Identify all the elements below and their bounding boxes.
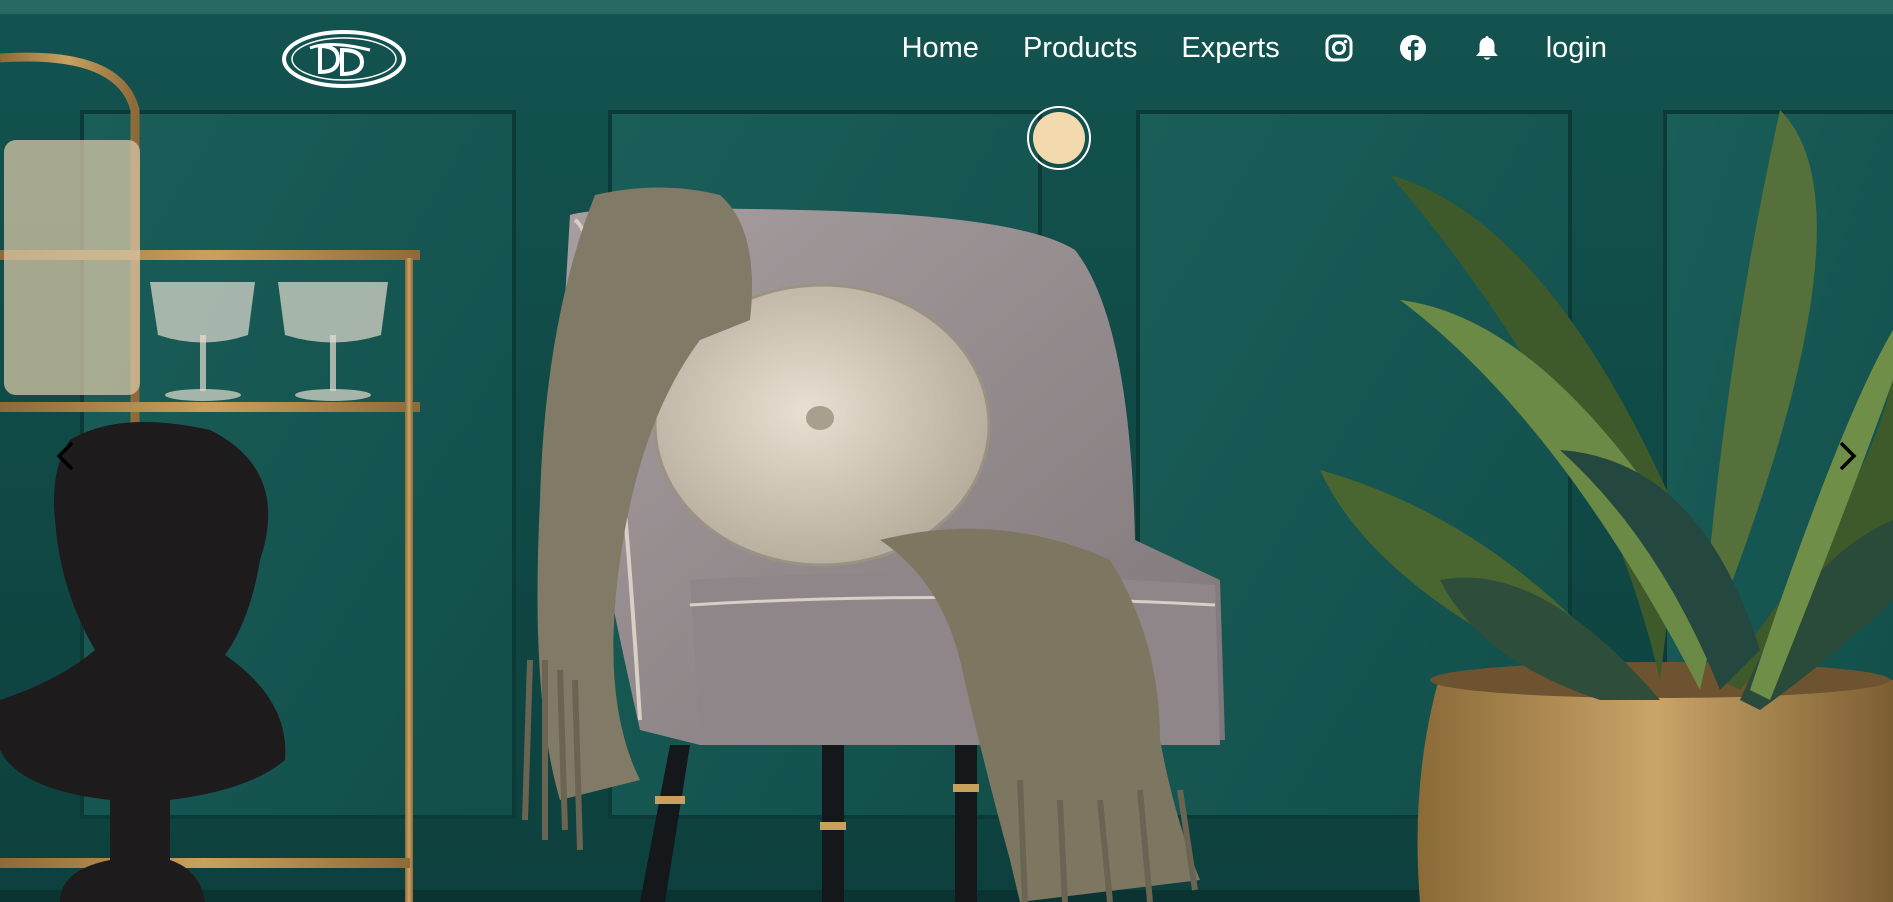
hero-image [0, 0, 1893, 902]
login-link[interactable]: login [1546, 32, 1607, 65]
chevron-left-icon[interactable] [48, 438, 84, 474]
nav-link-home[interactable]: Home [902, 32, 979, 65]
nav-link-products[interactable]: Products [1023, 32, 1137, 65]
chevron-right-icon[interactable] [1829, 438, 1865, 474]
cursor-dot-fill [1033, 112, 1085, 164]
cursor-dot [1027, 106, 1091, 170]
instagram-icon[interactable] [1324, 33, 1354, 63]
nav-link-experts[interactable]: Experts [1181, 32, 1279, 65]
bell-icon[interactable] [1472, 33, 1502, 63]
dd-monogram-logo[interactable] [280, 28, 408, 90]
main-nav: Home Products Experts login [902, 26, 1607, 70]
facebook-icon[interactable] [1398, 33, 1428, 63]
hero-carousel: Home Products Experts login [0, 0, 1893, 902]
